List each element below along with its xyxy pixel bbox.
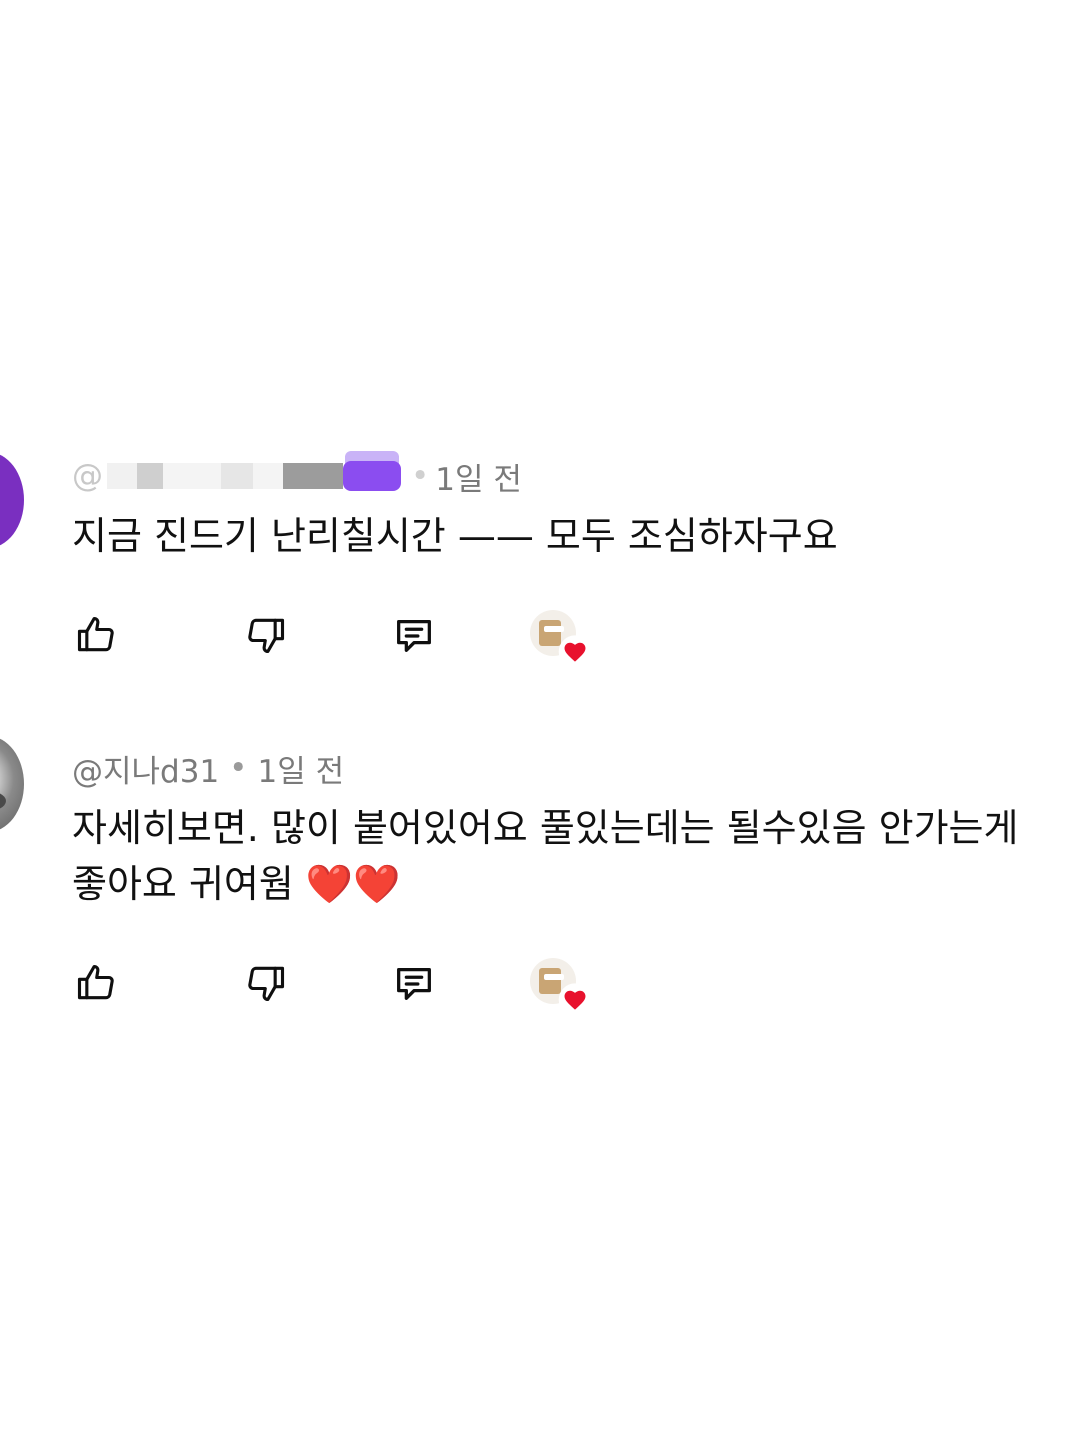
meta-separator: • (411, 458, 430, 494)
avatar[interactable] (0, 736, 24, 832)
comment-icon (397, 967, 431, 1000)
comments-page: @ • 1일 전 지금 진드기 난리칠시간 —— 모두 조심하자구요 @지나d3… (0, 0, 1080, 1440)
heart-icon (558, 635, 592, 668)
comment-text: 지금 진드기 난리칠시간 —— 모두 조심하자구요 (72, 514, 838, 558)
dislike-button[interactable] (242, 956, 290, 1010)
thumbs-down-icon (248, 618, 285, 654)
heart-icon (558, 983, 592, 1016)
comment-actions (72, 956, 632, 1016)
thumbs-up-icon (77, 964, 114, 1000)
meta-separator: • (229, 750, 248, 786)
comment-icon (397, 619, 431, 652)
redacted-username[interactable]: @ (72, 456, 401, 496)
comment-actions (72, 608, 632, 668)
like-button[interactable] (72, 608, 120, 662)
reply-button[interactable] (390, 608, 438, 662)
comment-author: @ (72, 458, 103, 494)
thumbs-up-icon (77, 616, 114, 652)
comment-text: 자세히보면. 많이 붙어있어요 풀있는데는 될수있음 안가는게 좋아요 귀여웜 … (72, 806, 1019, 906)
creator-heart-badge (530, 610, 594, 668)
comment-time: 1일 전 (257, 753, 345, 790)
thumbs-down-icon (248, 966, 285, 1002)
reply-button[interactable] (390, 956, 438, 1010)
comment-meta: @지나d31 • 1일 전 (72, 746, 345, 791)
dislike-button[interactable] (242, 608, 290, 662)
comment-meta: @ • 1일 전 (72, 456, 522, 498)
avatar[interactable] (0, 452, 24, 548)
comment-author[interactable]: @지나d31 (72, 746, 219, 791)
comment-time: 1일 전 (435, 461, 522, 498)
like-button[interactable] (72, 956, 120, 1010)
creator-heart-badge (530, 958, 594, 1016)
